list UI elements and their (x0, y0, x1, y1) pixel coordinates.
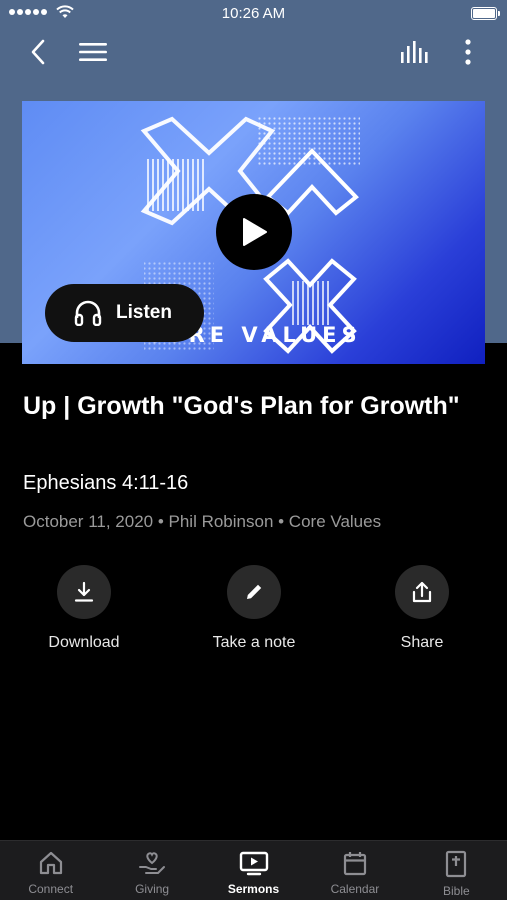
listen-label: Listen (116, 302, 172, 323)
tab-label-calendar: Calendar (330, 882, 380, 896)
sermon-title: Up | Growth "God's Plan for Growth" (23, 392, 460, 420)
tv-play-icon (239, 851, 268, 876)
download-icon-circle (57, 565, 111, 619)
calendar-icon (343, 852, 367, 876)
tab-giving[interactable]: Giving (101, 841, 202, 900)
equalizer-icon (401, 41, 428, 63)
giving-hand-icon (139, 852, 166, 874)
tab-label-giving: Giving (135, 882, 170, 896)
more-button[interactable] (450, 34, 486, 70)
tab-label-sermons: Sermons (227, 882, 280, 896)
download-button[interactable]: Download (14, 565, 154, 652)
hamburger-icon (79, 43, 107, 61)
tab-label-bible: Bible (442, 884, 470, 898)
play-icon (243, 218, 267, 246)
home-icon (39, 851, 62, 875)
tab-bar: Connect Giving Sermons Calendar Bible (0, 840, 507, 900)
menu-button[interactable] (75, 34, 111, 70)
status-time: 10:26 AM (221, 5, 286, 22)
listen-button[interactable]: Listen (45, 284, 204, 342)
status-bar: 10:26 AM (0, 0, 507, 28)
share-icon-circle (395, 565, 449, 619)
share-label: Share (400, 634, 444, 651)
play-button[interactable] (216, 194, 292, 270)
tab-sermons[interactable]: Sermons (203, 841, 304, 900)
back-button[interactable] (20, 34, 56, 70)
bible-icon (446, 850, 467, 878)
chevron-left-icon (31, 39, 45, 65)
download-icon (74, 581, 94, 602)
tab-connect[interactable]: Connect (0, 841, 101, 900)
note-icon-circle (227, 565, 281, 619)
more-vertical-icon (465, 39, 471, 65)
share-icon (412, 581, 432, 603)
take-note-button[interactable]: Take a note (184, 565, 324, 652)
audio-button[interactable] (397, 34, 433, 70)
share-button[interactable]: Share (352, 565, 492, 652)
sermon-meta: October 11, 2020 • Phil Robinson • Core … (23, 512, 382, 531)
headphones-icon (74, 300, 102, 326)
tab-bible[interactable]: Bible (406, 841, 507, 900)
tab-label-connect: Connect (28, 882, 74, 896)
sermon-artwork: CORE VALUES Listen (22, 101, 485, 364)
sermon-scripture: Ephesians 4:11-16 (23, 472, 189, 494)
take-note-label: Take a note (212, 634, 296, 651)
battery-icon (471, 7, 500, 20)
download-label: Download (48, 634, 120, 651)
tab-calendar[interactable]: Calendar (304, 841, 405, 900)
pencil-icon (247, 584, 262, 599)
